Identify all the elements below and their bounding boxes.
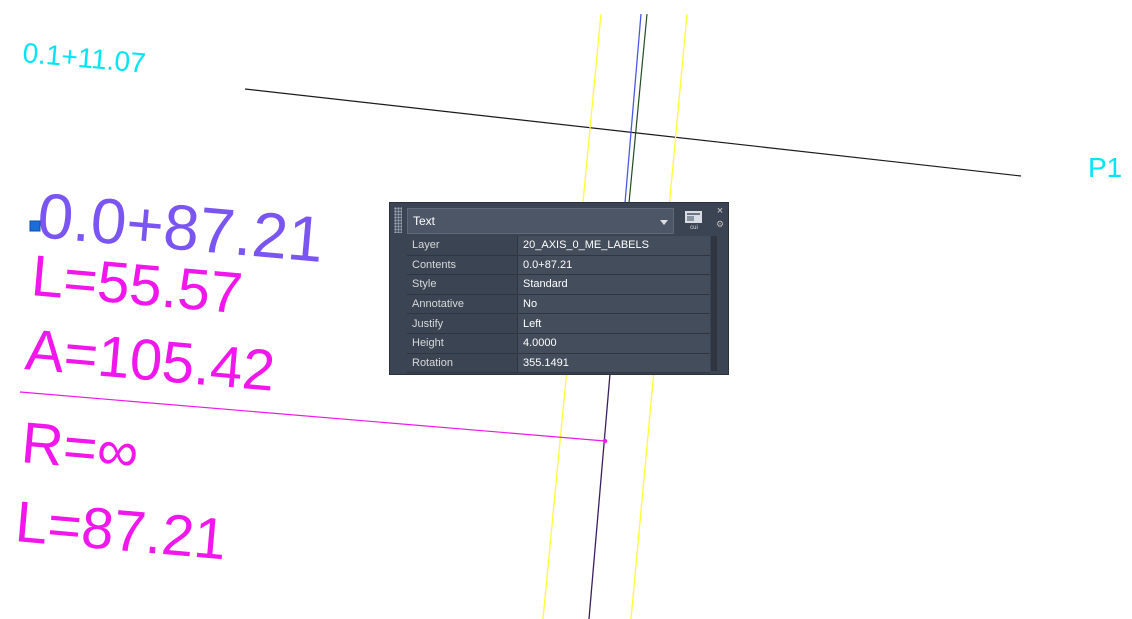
property-value[interactable]: 4.0000 bbox=[517, 333, 710, 354]
property-row-rotation[interactable]: Rotation 355.1491 bbox=[407, 353, 710, 374]
property-row-contents[interactable]: Contents 0.0+87.21 bbox=[407, 255, 710, 276]
close-icon[interactable]: × bbox=[715, 206, 725, 217]
property-key: Contents bbox=[407, 255, 518, 276]
palette-drag-handle[interactable] bbox=[394, 207, 402, 233]
radius-label-r[interactable]: R=∞ bbox=[19, 410, 141, 485]
leader-end-point[interactable] bbox=[602, 438, 608, 444]
property-value[interactable]: 0.0+87.21 bbox=[517, 255, 710, 276]
property-value[interactable]: Left bbox=[517, 313, 710, 334]
property-row-layer[interactable]: Layer 20_AXIS_0_ME_LABELS bbox=[407, 236, 710, 256]
object-type-select[interactable]: Text bbox=[407, 208, 674, 234]
cui-icon: cui bbox=[685, 211, 702, 230]
selection-grip[interactable] bbox=[29, 220, 41, 232]
property-key: Rotation bbox=[407, 353, 518, 374]
station-label-top[interactable]: 0.1+11.07 bbox=[21, 37, 146, 79]
property-key: Style bbox=[407, 274, 518, 295]
property-value[interactable]: Standard bbox=[517, 274, 710, 295]
svg-text:cui: cui bbox=[690, 225, 698, 230]
property-value[interactable]: 355.1491 bbox=[517, 353, 710, 374]
property-key: Layer bbox=[407, 236, 518, 256]
property-row-height[interactable]: Height 4.0000 bbox=[407, 333, 710, 354]
quick-properties-palette[interactable]: Text cui × ⚙ Layer 20_AXIS_0_ME_LABELS C… bbox=[390, 203, 728, 374]
axis-line-lower[interactable] bbox=[588, 373, 611, 619]
parameter-label-a[interactable]: A=105.42 bbox=[23, 317, 278, 404]
chevron-down-icon bbox=[660, 220, 668, 225]
palette-scrollbar[interactable] bbox=[711, 236, 717, 371]
property-row-justify[interactable]: Justify Left bbox=[407, 313, 710, 334]
property-row-annotative[interactable]: Annotative No bbox=[407, 294, 710, 315]
property-value[interactable]: 20_AXIS_0_ME_LABELS bbox=[517, 236, 710, 256]
property-key: Annotative bbox=[407, 294, 518, 315]
object-type-value: Text bbox=[413, 214, 436, 228]
customize-button[interactable]: cui bbox=[682, 209, 706, 231]
property-key: Height bbox=[407, 333, 518, 354]
property-key: Justify bbox=[407, 313, 518, 334]
property-row-style[interactable]: Style Standard bbox=[407, 274, 710, 295]
gear-icon[interactable]: ⚙ bbox=[715, 219, 725, 229]
point-label-p1[interactable]: P1 bbox=[1088, 152, 1122, 183]
length-label-l2[interactable]: L=87.21 bbox=[13, 489, 229, 572]
properties-table: Layer 20_AXIS_0_ME_LABELS Contents 0.0+8… bbox=[407, 236, 710, 374]
property-value[interactable]: No bbox=[517, 294, 710, 315]
